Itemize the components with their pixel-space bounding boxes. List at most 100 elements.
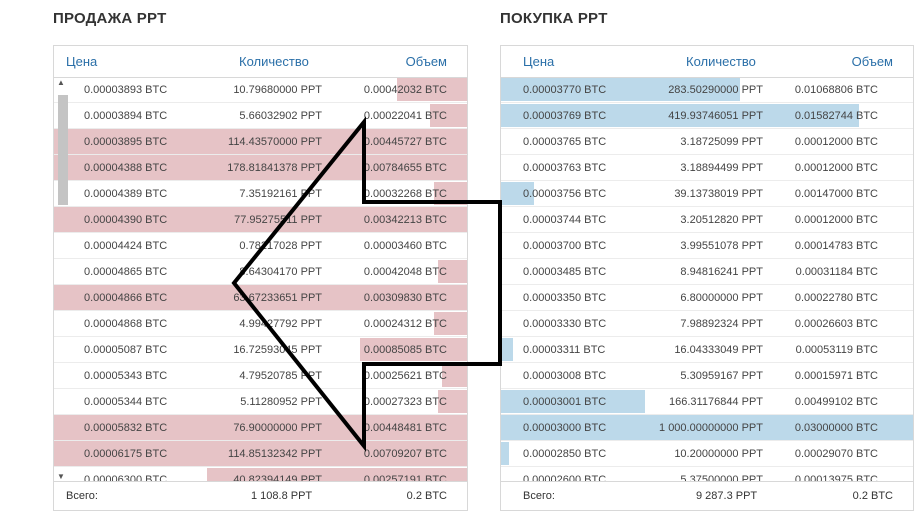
sell-row-price: 0.00003894 BTC	[84, 110, 168, 122]
sell-order-row[interactable]: 0.00004865 BTC 8.64304170 PPT 0.00042048 B…	[54, 259, 467, 285]
sell-header-price[interactable]: Цена	[66, 54, 97, 69]
buy-row-vol: 0.00499102 BTC	[794, 396, 878, 408]
buy-order-row[interactable]: 0.00003311 BTC 16.04333049 PPT 0.00053119 …	[501, 337, 913, 363]
sell-order-row[interactable]: 0.00005832 BTC 76.90000000 PPT 0.00448481 …	[54, 415, 467, 441]
buy-order-row[interactable]: 0.00003763 BTC 3.18894499 PPT 0.00012000 B…	[501, 155, 913, 181]
buy-row-vol: 0.00012000 BTC	[794, 162, 878, 174]
buy-order-row[interactable]: 0.00002850 BTC 10.20000000 PPT 0.00029070 …	[501, 441, 913, 467]
sell-order-row[interactable]: 0.00005344 BTC 5.11280952 PPT 0.00027323 B…	[54, 389, 467, 415]
sell-order-row[interactable]: 0.00005087 BTC 16.72593045 PPT 0.00085085 …	[54, 337, 467, 363]
sell-row-qty: 5.11280952 PPT	[240, 396, 322, 408]
sell-row-vol: 0.00003460 BTC	[363, 240, 447, 252]
buy-footer: Всего: 9 287.3 PPT 0.2 BTC	[501, 481, 913, 510]
buy-row-vol: 0.00031184 BTC	[795, 266, 878, 278]
sell-row-vol: 0.00042048 BTC	[363, 266, 447, 278]
sell-row-vol: 0.00709207 BTC	[363, 448, 447, 460]
buy-row-vol: 0.00015971 BTC	[794, 370, 878, 382]
buy-order-row[interactable]: 0.00003001 BTC 166.31176844 PPT 0.00499102…	[501, 389, 913, 415]
buy-row-qty: 1 000.00000000 PPT	[659, 422, 763, 434]
sell-header-vol[interactable]: Объем	[406, 54, 447, 69]
sell-row-qty: 77.95275511 PPT	[234, 214, 322, 226]
sell-order-row[interactable]: 0.00004389 BTC 7.35192161 PPT 0.00032268 B…	[54, 181, 467, 207]
buy-order-row[interactable]: 0.00003770 BTC 283.50290000 PPT 0.01068806…	[501, 77, 913, 103]
buy-order-row[interactable]: 0.00003756 BTC 39.13738019 PPT 0.00147000 …	[501, 181, 913, 207]
sell-order-row[interactable]: 0.00004866 BTC 63.67233651 PPT 0.00309830 …	[54, 285, 467, 311]
buy-order-row[interactable]: 0.00003744 BTC 3.20512820 PPT 0.00012000 B…	[501, 207, 913, 233]
buy-row-price: 0.00003770 BTC	[523, 84, 607, 96]
buy-total-vol: 0.2 BTC	[852, 490, 893, 502]
buy-total-qty: 9 287.3 PPT	[696, 490, 758, 502]
buy-row-price: 0.00003350 BTC	[523, 292, 607, 304]
sell-row-vol: 0.00032268 BTC	[363, 188, 447, 200]
sell-row-qty: 63.67233651 PPT	[233, 292, 322, 304]
sell-header-qty[interactable]: Количество	[239, 54, 309, 69]
sell-row-vol: 0.00085085 BTC	[363, 344, 447, 356]
buy-row-qty: 5.30959167 PPT	[680, 370, 763, 382]
sell-row-qty: 4.99427792 PPT	[239, 318, 322, 330]
sell-total-vol: 0.2 BTC	[406, 490, 447, 502]
buy-order-row[interactable]: 0.00003765 BTC 3.18725099 PPT 0.00012000 B…	[501, 129, 913, 155]
sell-order-row[interactable]: 0.00004388 BTC 178.81841378 PPT 0.00784655…	[54, 155, 467, 181]
buy-header-vol[interactable]: Объем	[852, 54, 893, 69]
sell-section-title: ПРОДАЖА PPT	[53, 10, 167, 27]
sell-row-price: 0.00004866 BTC	[84, 292, 168, 304]
sell-row-vol: 0.00342213 BTC	[363, 214, 447, 226]
buy-order-row[interactable]: 0.00003700 BTC 3.99551078 PPT 0.00014783 B…	[501, 233, 913, 259]
sell-scrollbar[interactable]: ▲ ▼	[56, 77, 68, 482]
sell-row-vol: 0.00042032 BTC	[363, 84, 447, 96]
sell-row-vol: 0.00022041 BTC	[363, 110, 447, 122]
buy-order-row[interactable]: 0.00003350 BTC 6.80000000 PPT 0.00022780 B…	[501, 285, 913, 311]
buy-order-row[interactable]: 0.00003330 BTC 7.98892324 PPT 0.00026603 B…	[501, 311, 913, 337]
buy-row-price: 0.00002850 BTC	[523, 448, 607, 460]
buy-row-vol: 0.00012000 BTC	[794, 214, 878, 226]
buy-order-row[interactable]: 0.00002600 BTC 5.37500000 PPT 0.00013975 B…	[501, 467, 913, 482]
buy-row-qty: 16.04333049 PPT	[674, 344, 763, 356]
buy-row-vol: 0.00022780 BTC	[794, 292, 878, 304]
sell-order-row[interactable]: 0.00004868 BTC 4.99427792 PPT 0.00024312 B…	[54, 311, 467, 337]
buy-table-header: Цена Количество Объем	[501, 46, 913, 78]
scroll-up-icon[interactable]: ▲	[57, 78, 65, 87]
sell-order-row[interactable]: 0.00006300 BTC 40.82394149 PPT 0.00257191 …	[54, 467, 467, 482]
sell-order-row[interactable]: 0.00006175 BTC 114.85132342 PPT 0.00709207…	[54, 441, 467, 467]
sell-row-qty: 178.81841378 PPT	[227, 162, 322, 174]
buy-order-row[interactable]: 0.00003485 BTC 8.94816241 PPT 0.00031184 B…	[501, 259, 913, 285]
scroll-thumb[interactable]	[58, 95, 68, 205]
buy-row-vol: 0.00147000 BTC	[794, 188, 878, 200]
sell-row-qty: 76.90000000 PPT	[233, 422, 322, 434]
sell-order-row[interactable]: 0.00003894 BTC 5.66032902 PPT 0.00022041 B…	[54, 103, 467, 129]
buy-row-vol: 0.00012000 BTC	[794, 136, 878, 148]
sell-total-label: Всего:	[66, 490, 98, 502]
buy-row-qty: 3.99551078 PPT	[680, 240, 763, 252]
sell-row-qty: 4.79520785 PPT	[239, 370, 322, 382]
sell-order-row[interactable]: 0.00004424 BTC 0.78217028 PPT 0.00003460 B…	[54, 233, 467, 259]
buy-row-qty: 10.20000000 PPT	[674, 448, 763, 460]
sell-order-row[interactable]: 0.00004390 BTC 77.95275511 PPT 0.00342213 …	[54, 207, 467, 233]
buy-row-price: 0.00003008 BTC	[523, 370, 607, 382]
buy-order-row[interactable]: 0.00003008 BTC 5.30959167 PPT 0.00015971 B…	[501, 363, 913, 389]
sell-order-row[interactable]: 0.00003895 BTC 114.43570000 PPT 0.00445727…	[54, 129, 467, 155]
sell-row-vol: 0.00448481 BTC	[363, 422, 447, 434]
buy-row-qty: 166.31176844 PPT	[669, 396, 763, 408]
sell-footer: Всего: 1 108.8 PPT 0.2 BTC	[54, 481, 467, 510]
buy-header-qty[interactable]: Количество	[686, 54, 756, 69]
sell-order-row[interactable]: 0.00003893 BTC 10.79680000 PPT 0.00042032 …	[54, 77, 467, 103]
buy-row-vol: 0.00029070 BTC	[794, 448, 878, 460]
sell-row-qty: 10.79680000 PPT	[233, 84, 322, 96]
buy-total-label: Всего:	[523, 490, 555, 502]
buy-row-qty: 3.20512820 PPT	[680, 214, 763, 226]
buy-row-price: 0.00003769 BTC	[523, 110, 607, 122]
sell-row-vol: 0.00024312 BTC	[363, 318, 447, 330]
buy-row-price: 0.00003763 BTC	[523, 162, 607, 174]
buy-rows: 0.00003770 BTC 283.50290000 PPT 0.01068806…	[501, 77, 913, 482]
sell-orderbook: Цена Количество Объем 0.00003893 BTC 10.7…	[53, 45, 468, 511]
buy-header-price[interactable]: Цена	[523, 54, 554, 69]
sell-row-qty: 8.64304170 PPT	[239, 266, 322, 278]
buy-depth-bar	[501, 338, 514, 361]
sell-order-row[interactable]: 0.00005343 BTC 4.79520785 PPT 0.00025621 B…	[54, 363, 467, 389]
buy-row-qty: 8.94816241 PPT	[680, 266, 763, 278]
buy-row-vol: 0.00014783 BTC	[794, 240, 878, 252]
buy-order-row[interactable]: 0.00003000 BTC 1 000.00000000 PPT 0.030000…	[501, 415, 913, 441]
scroll-down-icon[interactable]: ▼	[57, 472, 65, 481]
buy-row-vol: 0.00053119 BTC	[795, 344, 878, 356]
buy-order-row[interactable]: 0.00003769 BTC 419.93746051 PPT 0.01582744…	[501, 103, 913, 129]
